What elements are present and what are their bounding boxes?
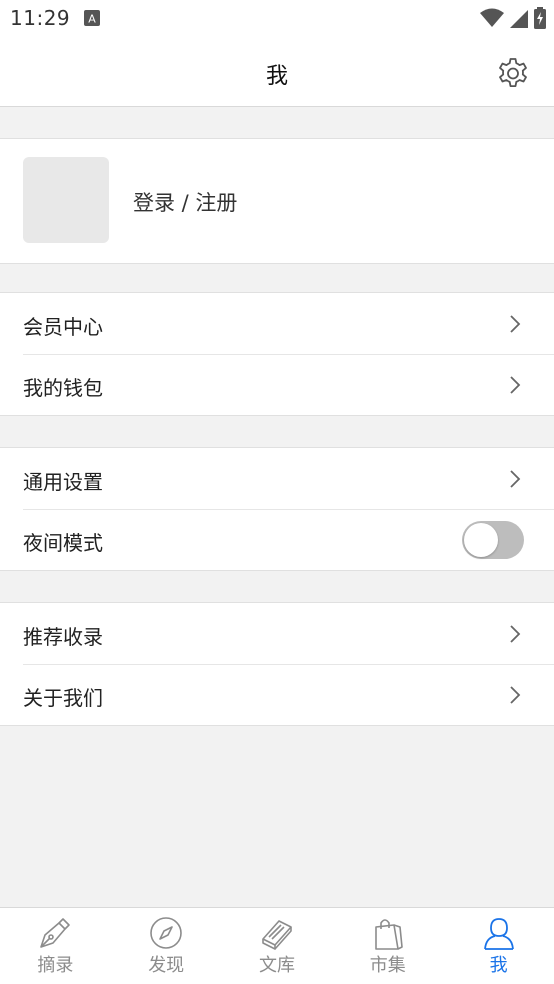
chevron-right-icon (510, 315, 521, 333)
menu-item-membership[interactable]: 会员中心 (0, 293, 554, 354)
status-time: 11:29 (10, 6, 71, 30)
menu-item-label: 推荐收录 (23, 625, 103, 649)
menu-item-wallet[interactable]: 我的钱包 (0, 354, 554, 415)
tab-label: 发现 (148, 955, 185, 976)
avatar[interactable] (23, 157, 109, 243)
chevron-right-icon (510, 686, 521, 704)
chevron-right-icon (510, 470, 521, 488)
menu-group-about: 推荐收录 关于我们 (0, 602, 554, 726)
bottom-tab-bar: 摘录 发现 文库 市集 我 (0, 907, 554, 984)
tab-label: 摘录 (37, 955, 74, 976)
battery-icon (534, 7, 546, 29)
gear-icon[interactable] (496, 56, 530, 90)
svg-text:A: A (88, 13, 96, 26)
menu-item-label: 通用设置 (23, 470, 103, 494)
wifi-icon (480, 8, 504, 27)
chevron-right-icon (510, 625, 521, 643)
compass-icon (150, 917, 182, 949)
menu-item-recommend[interactable]: 推荐收录 (0, 603, 554, 664)
tab-label: 文库 (258, 955, 295, 976)
menu-item-about-us[interactable]: 关于我们 (0, 664, 554, 725)
menu-item-label: 我的钱包 (23, 376, 103, 400)
menu-item-label: 夜间模式 (23, 531, 103, 555)
tab-market[interactable]: 市集 (332, 908, 443, 984)
menu-item-label: 会员中心 (23, 315, 103, 339)
status-bar: 11:29 A (0, 0, 554, 38)
profile-card[interactable]: 登录 / 注册 (0, 138, 554, 264)
tab-label: 我 (489, 955, 508, 976)
shopping-bag-icon (374, 919, 403, 950)
night-mode-toggle[interactable] (462, 521, 524, 559)
menu-item-label: 关于我们 (23, 686, 103, 710)
tab-excerpt[interactable]: 摘录 (0, 908, 111, 984)
login-register-link[interactable]: 登录 / 注册 (133, 187, 237, 217)
header: 我 (0, 38, 554, 107)
pen-nib-icon (40, 918, 71, 948)
keyboard-a-icon: A (84, 10, 100, 26)
chevron-right-icon (510, 376, 521, 394)
tab-me[interactable]: 我 (443, 908, 554, 984)
toggle-knob (464, 523, 498, 557)
book-icon (262, 920, 292, 950)
menu-item-general-settings[interactable]: 通用设置 (0, 448, 554, 509)
tab-discover[interactable]: 发现 (111, 908, 222, 984)
menu-item-night-mode: 夜间模式 (0, 509, 554, 570)
cell-signal-icon (510, 10, 528, 28)
tab-library[interactable]: 文库 (222, 908, 333, 984)
page-title: 我 (265, 64, 288, 89)
menu-group-settings: 通用设置 夜间模式 (0, 447, 554, 571)
menu-group-account: 会员中心 我的钱包 (0, 292, 554, 416)
tab-label: 市集 (369, 955, 406, 976)
person-icon (483, 918, 514, 950)
